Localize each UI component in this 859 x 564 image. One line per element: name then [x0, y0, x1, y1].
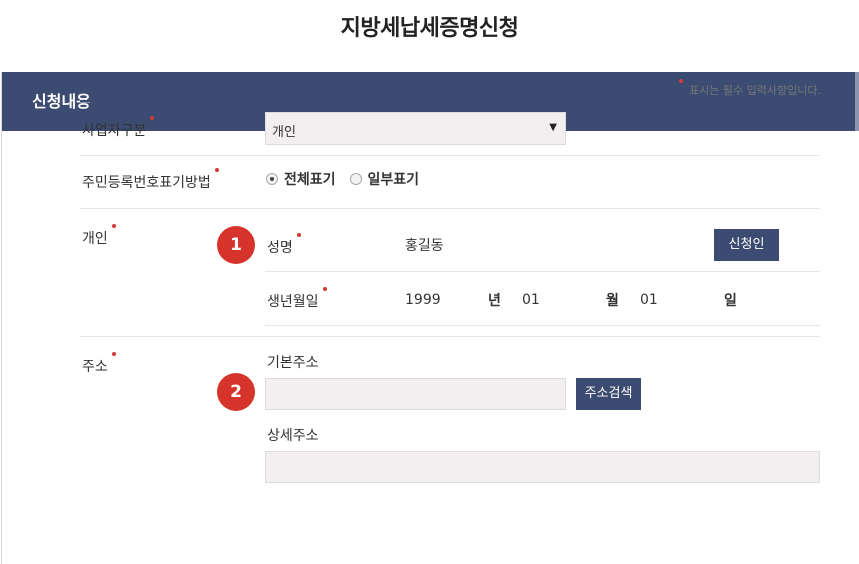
required-note: 표시는 필수 입력사항입니다.	[679, 79, 821, 98]
applicant-button[interactable]: 신청인	[714, 229, 779, 261]
name-label: 성명	[267, 233, 301, 257]
dropdown-arrow-icon: ▼	[549, 122, 557, 133]
birth-year-value[interactable]: 1999	[405, 292, 441, 308]
birth-month-value[interactable]: 01	[522, 292, 540, 308]
day-unit: 일	[724, 293, 737, 309]
address-label: 주소	[82, 352, 116, 376]
year-unit: 년	[488, 293, 501, 309]
radio-checked-icon[interactable]	[266, 173, 278, 185]
birth-day-value[interactable]: 01	[640, 292, 658, 308]
rrn-display-label-text: 주민등록번호표기방법	[82, 175, 211, 191]
required-dot-icon	[679, 79, 684, 83]
row-divider	[80, 155, 820, 156]
page-title: 지방세납세증명신청	[340, 16, 519, 41]
business-type-select[interactable]: 개인 ▼	[265, 112, 566, 145]
section-divider	[80, 100, 820, 102]
required-dot-icon	[111, 224, 116, 228]
name-value: 홍길동	[405, 238, 444, 254]
required-note-text: 표시는 필수 입력사항입니다.	[689, 84, 821, 97]
basic-address-input[interactable]	[265, 378, 566, 410]
radio-partial-display-label: 일부표기	[367, 172, 420, 188]
detail-address-input[interactable]	[265, 451, 820, 483]
radio-partial-display[interactable]: 일부표기	[349, 169, 420, 189]
individual-label: 개인	[82, 224, 116, 248]
rrn-display-radio-group: 전체표기 일부표기	[266, 169, 419, 189]
row-divider	[265, 325, 820, 326]
step-badge-1: 1	[217, 226, 255, 264]
business-type-selected: 개인	[272, 125, 296, 140]
required-dot-icon	[322, 287, 327, 291]
individual-label-text: 개인	[82, 231, 108, 247]
row-divider	[265, 271, 820, 272]
radio-full-display[interactable]: 전체표기	[266, 169, 336, 189]
rrn-display-label: 주민등록번호표기방법	[82, 168, 219, 192]
name-label-text: 성명	[267, 240, 293, 256]
required-dot-icon	[296, 233, 301, 237]
business-type-label-text: 사업자구분	[82, 123, 147, 139]
birth-date-label: 생년월일	[267, 287, 327, 311]
business-type-label: 사업자구분	[82, 116, 155, 140]
application-panel: 신청내용	[1, 72, 859, 564]
address-search-button[interactable]: 주소검색	[576, 378, 641, 410]
address-label-text: 주소	[82, 359, 108, 375]
step-badge-2: 2	[217, 373, 255, 411]
detail-address-label: 상세주소	[267, 428, 319, 444]
radio-unchecked-icon[interactable]	[349, 173, 362, 185]
radio-full-display-label: 전체표기	[284, 172, 336, 188]
required-dot-icon	[214, 168, 219, 172]
basic-address-label: 기본주소	[267, 355, 319, 371]
row-divider	[80, 336, 820, 337]
birth-date-label-text: 생년월일	[267, 294, 319, 310]
row-divider	[80, 208, 820, 209]
month-unit: 월	[606, 293, 619, 309]
required-dot-icon	[111, 352, 116, 356]
